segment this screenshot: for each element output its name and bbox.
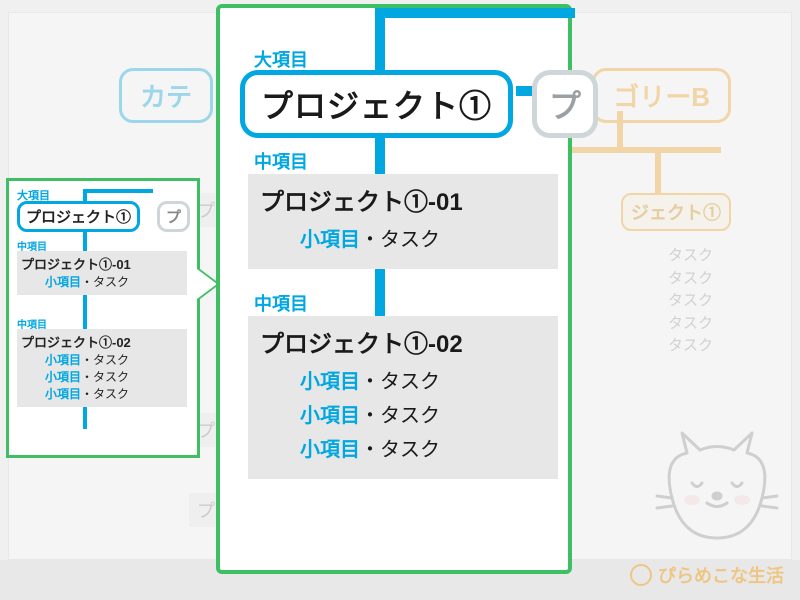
bg-project-b: ジェクト① — [621, 193, 731, 231]
large-block2-title: プロジェクト①-02 — [260, 324, 548, 359]
large-mid-label-1: 中項目 — [254, 148, 308, 174]
large-block2-task3: 小項目・タスク — [260, 433, 548, 467]
large-mid-label-2: 中項目 — [254, 290, 308, 316]
large-block1-title: プロジェクト①-01 — [260, 182, 548, 217]
credit-face-icon — [630, 564, 652, 586]
small-block2-task2: 小項目・タスク — [21, 368, 183, 385]
credit-text: ぴらめこな生活 — [630, 562, 784, 588]
callout-small: 大項目 プロジェクト① プ 中項目 プロジェクト①-01 小項目・タスク 中項目… — [6, 178, 200, 458]
large-block-1: プロジェクト①-01 小項目・タスク — [248, 174, 558, 269]
small-block-2: プロジェクト①-02 小項目・タスク 小項目・タスク 小項目・タスク — [17, 329, 187, 407]
large-project-box: プロジェクト① — [240, 70, 513, 138]
callout-large: 大項目 プロジェクト① プ 中項目 プロジェクト①-01 小項目・タスク 中項目… — [216, 4, 572, 574]
small-project-box: プロジェクト① — [17, 201, 140, 232]
large-block-2: プロジェクト①-02 小項目・タスク 小項目・タスク 小項目・タスク — [248, 316, 558, 479]
small-block2-title: プロジェクト①-02 — [21, 332, 183, 351]
small-project2-box: プ — [157, 201, 190, 232]
small-block1-task: 小項目・タスク — [21, 273, 183, 290]
cat-mascot-icon — [652, 428, 782, 548]
category-a-box: カテ — [119, 68, 213, 123]
large-project2-box: プ — [532, 70, 598, 138]
small-block2-task1: 小項目・タスク — [21, 351, 183, 368]
large-block2-task1: 小項目・タスク — [260, 365, 548, 399]
large-block1-task1: 小項目・タスク — [260, 223, 548, 257]
small-block2-task3: 小項目・タスク — [21, 385, 183, 402]
bg-tasks-list: タスク タスク タスク タスク タスク — [668, 245, 713, 358]
large-block2-task2: 小項目・タスク — [260, 399, 548, 433]
large-major-label: 大項目 — [254, 46, 308, 72]
small-block1-title: プロジェクト①-01 — [21, 254, 183, 273]
category-b-box: ゴリーB — [592, 68, 731, 123]
small-block-1: プロジェクト①-01 小項目・タスク — [17, 251, 187, 295]
